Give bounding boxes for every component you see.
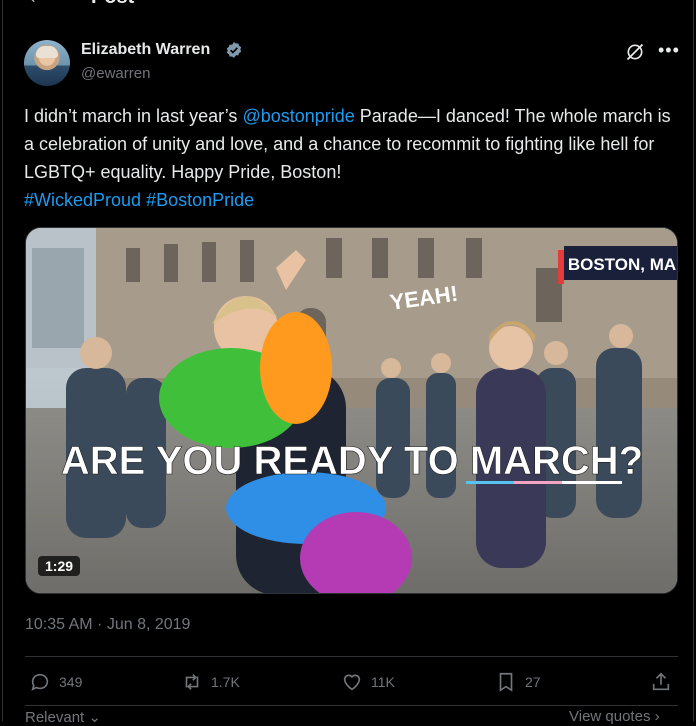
sort-label: Relevant — [25, 709, 85, 726]
like-button[interactable]: 11K — [341, 671, 395, 693]
bookmark-button[interactable]: 27 — [495, 671, 541, 693]
post-column: ← Post Elizabeth Warren @ewarren ••• I d… — [2, 0, 694, 726]
share-button[interactable] — [650, 671, 672, 693]
video-duration: 1:29 — [38, 556, 81, 576]
like-icon — [343, 674, 361, 691]
repost-icon — [185, 674, 199, 690]
more-icon[interactable]: ••• — [658, 40, 680, 61]
repost-count: 1.7K — [211, 674, 240, 690]
mention-link[interactable]: @bostonpride — [242, 106, 354, 126]
hashtag-link[interactable]: #WickedProud — [24, 190, 141, 210]
post-header: ← Post — [3, 0, 693, 9]
like-count: 11K — [371, 674, 395, 690]
video-player[interactable]: BOSTON, MA YEAH! ARE YOU READY TO MARCH? — [25, 227, 678, 594]
author-handle[interactable]: @ewarren — [81, 65, 150, 82]
video-frame: BOSTON, MA YEAH! ARE YOU READY TO MARCH? — [26, 228, 677, 593]
verified-badge-icon — [226, 42, 242, 58]
video-caption: ARE YOU READY TO MARCH? — [61, 439, 643, 483]
reply-icon — [31, 673, 49, 691]
bookmark-count: 27 — [525, 674, 541, 690]
back-arrow-icon[interactable]: ← — [27, 0, 47, 9]
location-tag: BOSTON, MA — [568, 255, 676, 274]
hashtag-link[interactable]: #BostonPride — [146, 190, 254, 210]
view-quotes-link[interactable]: View quotes › — [569, 708, 660, 725]
reply-count: 349 — [59, 674, 83, 690]
share-icon — [652, 672, 670, 691]
grok-icon[interactable] — [625, 42, 645, 62]
avatar[interactable] — [24, 40, 70, 86]
tweet-text: I didn’t march in last year’s @bostonpri… — [24, 102, 679, 214]
bookmark-icon — [499, 672, 513, 692]
post-timestamp[interactable]: 10:35 AM · Jun 8, 2019 — [25, 616, 190, 634]
action-bar: 349 1.7K 11K 27 — [25, 671, 678, 699]
author-name[interactable]: Elizabeth Warren — [81, 41, 210, 59]
divider — [25, 705, 678, 706]
replies-sort-dropdown[interactable]: Relevant ⌄ — [25, 708, 101, 726]
repost-button[interactable]: 1.7K — [181, 671, 240, 693]
view-quotes-label: View quotes — [569, 708, 651, 725]
reply-button[interactable]: 349 — [29, 671, 82, 693]
tweet-text-part: I didn’t march in last year’s — [24, 106, 243, 126]
divider — [25, 656, 678, 657]
page-title: Post — [91, 0, 134, 9]
